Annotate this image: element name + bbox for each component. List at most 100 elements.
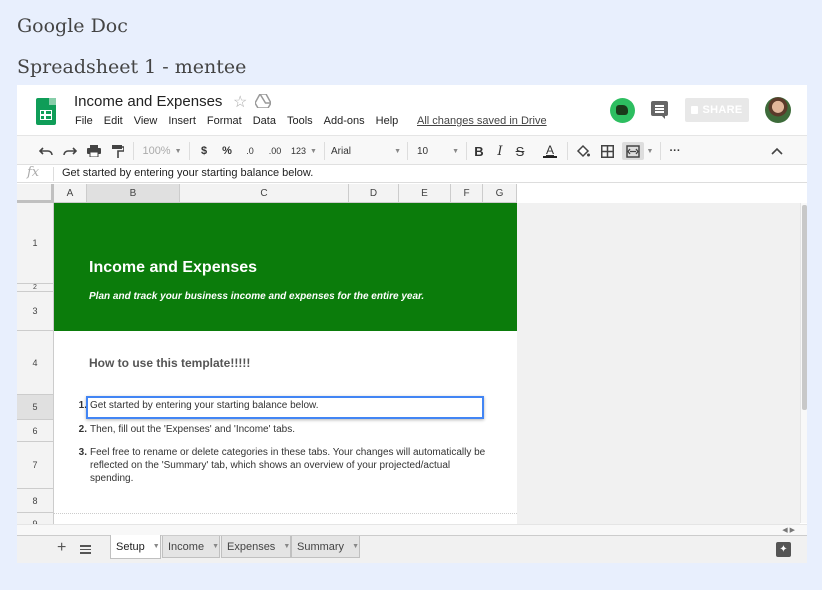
menu-bar: File Edit View Insert Format Data Tools … (75, 115, 409, 127)
horizontal-scrollbar[interactable]: ◀ ▶ (17, 524, 807, 535)
banner-subtitle: Plan and track your business income and … (89, 291, 425, 302)
tab-setup[interactable]: Setup ▼ (110, 535, 161, 559)
comments-icon[interactable] (651, 101, 668, 119)
chevron-down-icon: ▼ (174, 147, 182, 155)
lock-icon (691, 106, 699, 114)
increase-decimal-button[interactable]: .00 (265, 142, 285, 160)
chevron-down-icon[interactable]: ▼ (352, 543, 359, 550)
share-button[interactable]: SHARE (685, 98, 749, 122)
menu-view[interactable]: View (134, 115, 158, 127)
explore-icon[interactable]: ✦ (776, 542, 791, 557)
all-sheets-icon[interactable] (80, 545, 91, 554)
tab-income[interactable]: Income ▼ (162, 536, 220, 558)
menu-addons[interactable]: Add-ons (324, 115, 365, 127)
undo-icon[interactable] (37, 142, 55, 160)
decrease-decimal-button[interactable]: .0 (241, 142, 259, 160)
font-size-value: 10 (417, 145, 429, 157)
paint-format-icon[interactable] (109, 142, 127, 160)
more-formats-label: 123 (291, 146, 307, 156)
chevron-down-icon[interactable]: ▼ (153, 543, 160, 550)
chevron-down-icon[interactable]: ▼ (283, 543, 290, 550)
chevron-down-icon: ▼ (646, 147, 654, 155)
move-to-folder-icon[interactable] (255, 94, 271, 108)
add-sheet-icon[interactable]: + (57, 539, 66, 557)
borders-icon[interactable] (599, 142, 615, 160)
italic-icon[interactable]: I (493, 142, 507, 160)
percent-format-button[interactable]: % (219, 142, 235, 160)
column-header-g[interactable]: G (483, 184, 517, 203)
row-header-4[interactable]: 4 (17, 331, 54, 395)
cell-grid[interactable]: A B C D E F G 1 2 3 4 5 6 7 8 9 Income a… (17, 184, 807, 535)
save-status-link[interactable]: All changes saved in Drive (417, 115, 547, 127)
step-text[interactable]: Feel free to rename or delete categories… (90, 446, 490, 485)
zoom-select[interactable]: 100% ▼ (141, 142, 183, 160)
column-header-c[interactable]: C (180, 184, 349, 203)
column-header-d[interactable]: D (349, 184, 399, 203)
row-header-3[interactable]: 3 (17, 292, 54, 331)
column-header-a[interactable]: A (54, 184, 87, 203)
redo-icon[interactable] (61, 142, 79, 160)
collapse-icon[interactable] (769, 142, 785, 160)
scroll-arrows-icon[interactable]: ◀ ▶ (782, 526, 795, 534)
more-formats-select[interactable]: 123 ▼ (289, 142, 319, 160)
tab-label: Setup (116, 540, 145, 553)
spreadsheet-app: Income and Expenses ☆ File Edit View Ins… (17, 85, 807, 563)
fill-color-icon[interactable] (575, 142, 591, 160)
more-tools-button[interactable]: ··· (667, 142, 683, 160)
text-color-icon[interactable]: A (542, 142, 558, 160)
bold-button[interactable]: B (472, 142, 486, 160)
menu-tools[interactable]: Tools (287, 115, 313, 127)
sheet-tab-bar: + Setup ▼ Income ▼ Expenses ▼ Summary ▼ ✦ (17, 535, 807, 563)
menu-insert[interactable]: Insert (168, 115, 196, 127)
row-header-5[interactable]: 5 (17, 395, 54, 420)
star-icon[interactable]: ☆ (233, 92, 247, 112)
formula-input[interactable]: Get started by entering your starting ba… (62, 167, 313, 179)
chevron-down-icon: ▼ (394, 147, 401, 155)
font-value: Arial (331, 145, 352, 157)
font-select[interactable]: Arial ▼ (331, 142, 401, 160)
step-number: 3. (78, 447, 87, 458)
chevron-down-icon: ▼ (310, 147, 317, 155)
row-header-2[interactable]: 2 (17, 284, 54, 292)
row-header-7[interactable]: 7 (17, 442, 54, 489)
currency-format-button[interactable]: $ (197, 142, 211, 160)
tab-label: Summary (297, 540, 345, 553)
step-text[interactable]: Then, fill out the 'Expenses' and 'Incom… (90, 423, 490, 436)
strikethrough-button[interactable]: S (513, 142, 527, 160)
evernote-icon[interactable] (610, 98, 635, 123)
menu-edit[interactable]: Edit (104, 115, 123, 127)
tab-summary[interactable]: Summary ▼ (291, 536, 360, 558)
menu-help[interactable]: Help (376, 115, 399, 127)
banner-title: Income and Expenses (89, 259, 258, 276)
avatar[interactable] (765, 97, 791, 123)
tab-label: Expenses (227, 540, 276, 553)
row-header-1[interactable]: 1 (17, 203, 54, 284)
document-title[interactable]: Income and Expenses (74, 93, 222, 110)
vertical-scrollbar[interactable] (800, 203, 807, 523)
column-header-f[interactable]: F (451, 184, 483, 203)
row-header-8[interactable]: 8 (17, 489, 54, 513)
menu-file[interactable]: File (75, 115, 93, 127)
scrollbar-thumb[interactable] (802, 205, 807, 410)
title-bar: Income and Expenses ☆ File Edit View Ins… (17, 85, 807, 135)
howto-heading: How to use this template!!!!! (89, 356, 251, 370)
page-heading: Google Doc (17, 15, 128, 37)
menu-format[interactable]: Format (207, 115, 242, 127)
merge-dropdown[interactable]: ▼ (646, 142, 654, 160)
sheets-logo-icon[interactable] (36, 98, 56, 125)
menu-data[interactable]: Data (253, 115, 276, 127)
print-icon[interactable] (85, 142, 103, 160)
column-header-b[interactable]: B (87, 184, 180, 203)
column-header-e[interactable]: E (399, 184, 451, 203)
chevron-down-icon: ▼ (452, 147, 459, 155)
active-cell-selection[interactable] (86, 396, 484, 419)
formula-bar: fx Get started by entering your starting… (17, 165, 807, 183)
select-all-corner[interactable] (17, 184, 54, 203)
chevron-down-icon[interactable]: ▼ (212, 543, 219, 550)
merge-cells-icon[interactable] (622, 142, 644, 160)
row-header-6[interactable]: 6 (17, 420, 54, 442)
tab-expenses[interactable]: Expenses ▼ (221, 536, 291, 558)
step-number: 1. (78, 400, 87, 411)
font-size-select[interactable]: 10 ▼ (417, 142, 459, 160)
divider (54, 513, 517, 514)
